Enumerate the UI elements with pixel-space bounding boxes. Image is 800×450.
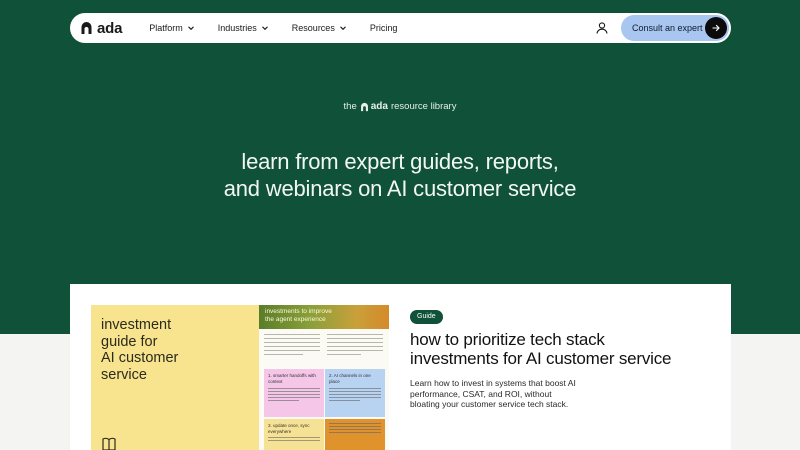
cover-tile-label: 1. smarter handoffs with context: [268, 373, 316, 384]
tagline-suffix: resource library: [390, 101, 457, 112]
cover-banner: investments to improve the agent experie…: [259, 305, 389, 329]
logo-text: ada: [97, 19, 123, 37]
cover-text-block: [264, 334, 320, 366]
tagline-logo-text: ada: [370, 101, 388, 112]
user-icon[interactable]: [595, 21, 609, 35]
cover-banner-line: the agent experience: [265, 315, 326, 323]
cover-banner-text: investments to improve the agent experie…: [265, 308, 332, 323]
nav-item-resources[interactable]: Resources: [292, 23, 347, 33]
book-icon: [102, 437, 116, 450]
cover-tile-label: 2. AI channels in one place: [329, 373, 371, 384]
cover-tile-label: 3. update once, sync everywhere: [268, 423, 310, 434]
nav-item-label: Resources: [291, 23, 335, 33]
tagline-ada-logo: ada: [360, 101, 388, 112]
consult-expert-label: Consult an expert: [632, 23, 703, 33]
top-nav: ada Platform Industries Resources Pricin…: [70, 13, 731, 43]
cover-text-block: [327, 334, 383, 366]
card-desc-line-2: performance, CSAT, and ROI, without: [410, 388, 552, 399]
category-badge: Guide: [410, 310, 443, 324]
hero-headline: learn from expert guides, reports, and w…: [0, 148, 800, 202]
chevron-down-icon: [187, 26, 194, 31]
chevron-down-icon: [261, 26, 268, 31]
resource-library-tagline: the ada resource library: [0, 101, 800, 112]
chevron-down-icon: [339, 26, 346, 31]
nav-item-industries[interactable]: Industries: [218, 23, 269, 33]
headline-line-2: and webinars on AI customer service: [223, 176, 577, 201]
ada-logo[interactable]: ada: [80, 13, 122, 43]
nav-item-label: Platform: [149, 23, 183, 33]
ada-logo-icon: [81, 22, 92, 34]
cover-title-line: investment: [101, 317, 172, 333]
cover-title-line: guide for: [101, 333, 158, 350]
consult-expert-button[interactable]: Consult an expert: [621, 15, 729, 41]
cover-left-panel: investment guide for AI customer service: [91, 305, 259, 450]
guide-cover-image[interactable]: investment guide for AI customer service…: [91, 305, 389, 450]
cover-title-line: AI customer: [101, 350, 179, 366]
card-title-line-1: how to prioritize tech stack: [410, 330, 605, 349]
arrow-right-icon: [705, 17, 727, 39]
card-desc-line-3: bloating your customer service tech stac…: [410, 399, 569, 409]
cover-tile-orange: [325, 419, 385, 450]
cover-right-panel: investments to improve the agent experie…: [259, 305, 389, 450]
cover-title-line: service: [101, 366, 147, 383]
nav-item-label: Industries: [217, 23, 257, 33]
tagline-prefix: the: [343, 101, 357, 112]
cover-tile-blue: 2. AI channels in one place: [325, 369, 385, 417]
cover-tile-yellow: 3. update once, sync everywhere: [264, 419, 324, 450]
ada-logo-icon: [360, 102, 368, 111]
card-title[interactable]: how to prioritize tech stack investments…: [410, 330, 710, 368]
cover-tile-pink: 1. smarter handoffs with context: [264, 369, 324, 417]
nav-item-label: Pricing: [369, 23, 398, 33]
card-info: Guide how to prioritize tech stack inves…: [410, 305, 710, 410]
headline-line-1: learn from expert guides, reports,: [241, 149, 559, 174]
card-description: Learn how to invest in systems that boos…: [410, 378, 630, 410]
featured-resource-card[interactable]: investment guide for AI customer service…: [70, 284, 731, 450]
nav-item-pricing[interactable]: Pricing: [370, 23, 398, 33]
card-desc-line-1: Learn how to invest in systems that boos…: [410, 378, 576, 388]
card-title-line-2: investments for AI customer service: [410, 349, 672, 368]
nav-item-platform[interactable]: Platform: [149, 23, 195, 33]
cover-title: investment guide for AI customer service: [101, 317, 178, 383]
cover-banner-line: investments to improve: [265, 308, 332, 315]
